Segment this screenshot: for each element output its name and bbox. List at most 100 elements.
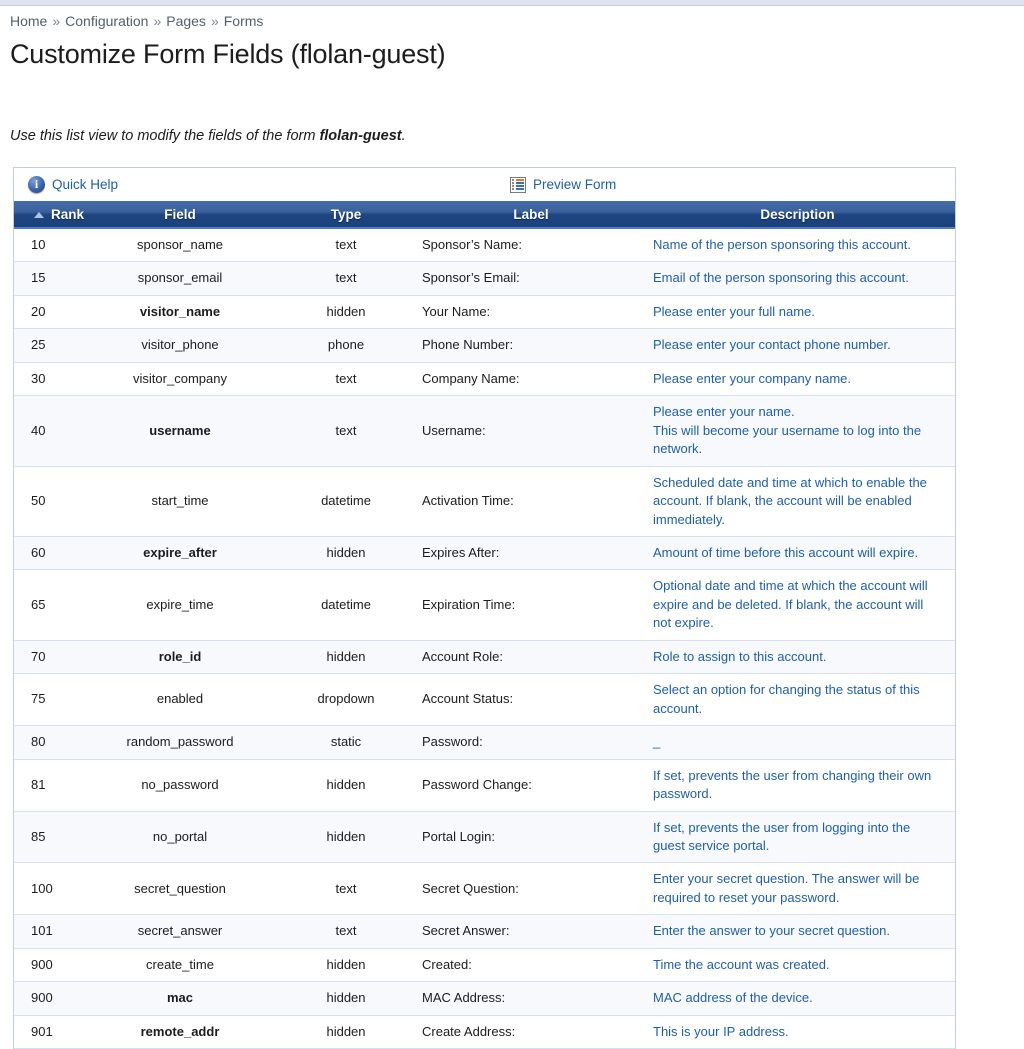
cell-description: Optional date and time at which the acco… xyxy=(640,569,955,641)
cell-field: remote_addr xyxy=(90,1015,270,1049)
cell-rank: 65 xyxy=(14,569,90,641)
cell-rank: 15 xyxy=(14,261,90,296)
cell-label: Created: xyxy=(422,948,640,983)
cell-field: start_time xyxy=(90,466,270,537)
column-header-type[interactable]: Type xyxy=(270,201,422,229)
table-row[interactable]: 81 no_password hidden Password Change: If se… xyxy=(14,759,955,812)
intro-after: . xyxy=(401,128,406,144)
cell-rank: 85 xyxy=(14,811,90,864)
cell-type: text xyxy=(270,261,422,296)
table-row[interactable]: 20 visitor_name hidden Your Name: Please ent… xyxy=(14,295,955,330)
sort-ascending-icon xyxy=(33,211,44,218)
cell-rank: 40 xyxy=(14,395,90,467)
cell-type: hidden xyxy=(270,981,422,1016)
table-row[interactable]: 100 secret_question text Secret Question: En… xyxy=(14,862,955,916)
cell-label: Account Status: xyxy=(422,673,640,727)
cell-description: Scheduled date and time at which to enab… xyxy=(640,466,955,537)
cell-label: Secret Question: xyxy=(422,862,640,916)
cell-description: Enter the answer to your secret question… xyxy=(640,914,955,949)
table-row[interactable]: 101 secret_answer text Secret Answer: Enter … xyxy=(14,914,955,949)
cell-field: mac xyxy=(90,981,270,1016)
table-row[interactable]: 65 expire_time datetime Expiration Time: Opt… xyxy=(14,569,955,641)
cell-type: hidden xyxy=(270,948,422,983)
table-row[interactable]: 900 create_time hidden Created: Time the acc… xyxy=(14,948,955,983)
cell-label: Activation Time: xyxy=(422,466,640,537)
quick-help-button[interactable]: i Quick Help xyxy=(28,176,118,193)
cell-type: text xyxy=(270,914,422,949)
cell-description: Select an option for changing the status… xyxy=(640,673,955,727)
cell-label: Company Name: xyxy=(422,362,640,397)
table-row[interactable]: 15 sponsor_email text Sponsor’s Email: Email… xyxy=(14,261,955,296)
form-fields-panel: i Quick Help Preview Form Rank Field Typ… xyxy=(13,167,956,1049)
table-body: 10 sponsor_name text Sponsor’s Name: Name of… xyxy=(14,228,955,1049)
column-header-field[interactable]: Field xyxy=(90,201,270,229)
preview-form-button[interactable]: Preview Form xyxy=(510,176,616,193)
column-header-label[interactable]: Label xyxy=(422,201,640,229)
table-row[interactable]: 10 sponsor_name text Sponsor’s Name: Name of… xyxy=(14,228,955,263)
cell-rank: 900 xyxy=(14,981,90,1016)
form-fields-table: Rank Field Type Label Description 10 spon… xyxy=(14,201,955,1049)
cell-field: visitor_name xyxy=(90,295,270,330)
table-row[interactable]: 60 expire_after hidden Expires After: Amount… xyxy=(14,536,955,571)
column-header-description[interactable]: Description xyxy=(640,201,955,229)
table-header-row: Rank Field Type Label Description xyxy=(14,201,955,229)
description-line: Scheduled date and time at which to enab… xyxy=(653,474,927,527)
cell-label: Your Name: xyxy=(422,295,640,330)
description-line: Amount of time before this account will … xyxy=(653,544,919,560)
info-icon: i xyxy=(28,176,45,193)
cell-field: secret_answer xyxy=(90,914,270,949)
cell-label: Phone Number: xyxy=(422,328,640,363)
cell-field: sponsor_name xyxy=(90,228,270,263)
description-line: Please enter your full name. xyxy=(653,303,815,319)
table-row[interactable]: 70 role_id hidden Account Role: Role to assi… xyxy=(14,640,955,675)
description-line: Email of the person sponsoring this acco… xyxy=(653,270,909,286)
cell-field: no_portal xyxy=(90,811,270,864)
cell-label: Sponsor’s Name: xyxy=(422,228,640,263)
cell-field: secret_question xyxy=(90,862,270,916)
table-row[interactable]: 80 random_password static Password: _ xyxy=(14,725,955,760)
column-header-rank[interactable]: Rank xyxy=(14,201,90,229)
table-row[interactable]: 901 remote_addr hidden Create Address: This … xyxy=(14,1015,955,1049)
table-row[interactable]: 50 start_time datetime Activation Time: Sche… xyxy=(14,466,955,537)
cell-rank: 20 xyxy=(14,295,90,330)
cell-description: Role to assign to this account. xyxy=(640,640,955,675)
cell-rank: 50 xyxy=(14,466,90,537)
cell-type: static xyxy=(270,725,422,760)
panel-toolbar: i Quick Help Preview Form xyxy=(14,168,955,201)
table-header: Rank Field Type Label Description xyxy=(14,201,955,229)
intro-before: Use this list view to modify the fields … xyxy=(10,128,320,144)
cell-type: hidden xyxy=(270,295,422,330)
cell-rank: 25 xyxy=(14,328,90,363)
cell-description: Please enter your contact phone number. xyxy=(640,328,955,363)
cell-type: hidden xyxy=(270,759,422,812)
description-line: This will become your username to log in… xyxy=(653,422,922,457)
cell-description: If set, prevents the user from logging i… xyxy=(640,811,955,864)
table-row[interactable]: 30 visitor_company text Company Name: Please… xyxy=(14,362,955,397)
description-line: MAC address of the device. xyxy=(653,990,813,1006)
table-row[interactable]: 40 username text Username: Please enter your… xyxy=(14,395,955,467)
cell-description: Please enter your name. This will become … xyxy=(640,395,955,467)
breadcrumb-separator: » xyxy=(52,13,61,29)
table-row[interactable]: 25 visitor_phone phone Phone Number: Please … xyxy=(14,328,955,363)
description-line: Name of the person sponsoring this accou… xyxy=(653,237,911,252)
description-line: Please enter your name. xyxy=(653,404,795,420)
table-row[interactable]: 75 enabled dropdown Account Status: Select a… xyxy=(14,673,955,727)
table-row[interactable]: 900 mac hidden MAC Address: MAC address of t… xyxy=(14,981,955,1016)
cell-description: Email of the person sponsoring this acco… xyxy=(640,261,955,296)
cell-description: Time the account was created. xyxy=(640,948,955,983)
breadcrumb-item-home[interactable]: Home xyxy=(10,13,47,29)
intro-text: Use this list view to modify the fields … xyxy=(10,128,1014,144)
breadcrumb-item-forms[interactable]: Forms xyxy=(224,13,264,29)
breadcrumb-item-pages[interactable]: Pages xyxy=(166,13,206,29)
cell-description: Please enter your full name. xyxy=(640,295,955,330)
cell-rank: 30 xyxy=(14,362,90,397)
cell-field: enabled xyxy=(90,673,270,727)
cell-label: Username: xyxy=(422,395,640,467)
description-line: Select an option for changing the status… xyxy=(653,682,920,716)
breadcrumb-item-configuration[interactable]: Configuration xyxy=(65,13,148,29)
table-row[interactable]: 85 no_portal hidden Portal Login: If set, pr… xyxy=(14,811,955,864)
description-line: Time the account was created. xyxy=(653,956,830,972)
cell-type: hidden xyxy=(270,1015,422,1049)
cell-description: Please enter your company name. xyxy=(640,362,955,397)
cell-rank: 70 xyxy=(14,640,90,675)
